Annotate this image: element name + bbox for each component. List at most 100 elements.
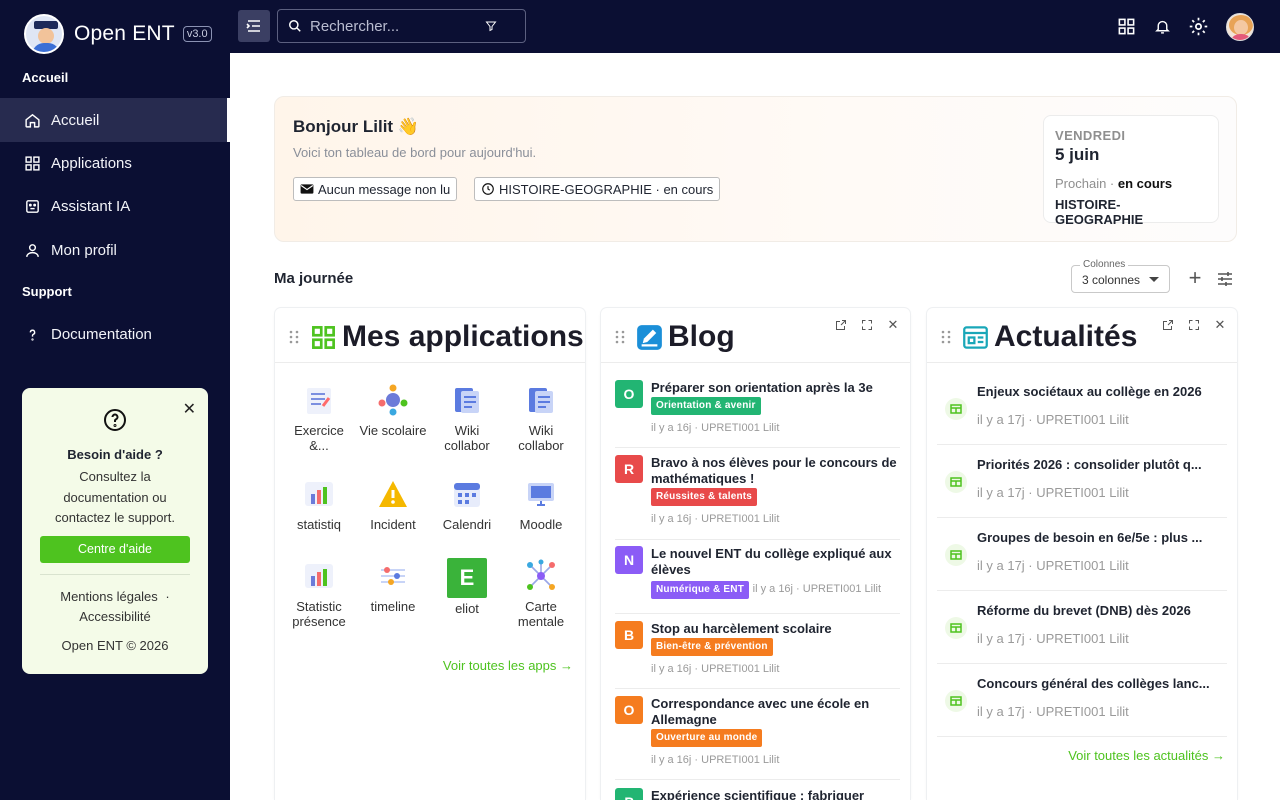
current-course-chip[interactable]: HISTOIRE-GEOGRAPHIE · en cours [474, 177, 721, 201]
avatar[interactable] [1226, 12, 1254, 41]
app-label: Calendri [442, 517, 492, 532]
news-item[interactable]: Enjeux sociétaux au collège en 2026 il y… [937, 372, 1227, 445]
sliders-icon [1218, 272, 1232, 286]
drag-handle-icon[interactable] [289, 330, 299, 344]
sidebar-item-assistant-ia[interactable]: Assistant IA [0, 184, 230, 228]
home-icon [25, 113, 40, 128]
notifications-button[interactable] [1144, 9, 1180, 45]
question-circle-icon [104, 409, 126, 431]
sidebar: Open ENT v3.0 Accueil Accueil Applicatio… [0, 0, 230, 800]
blog-post[interactable]: B Stop au harcèlement scolaire Bien-être… [615, 621, 900, 689]
customize-button[interactable] [1211, 265, 1239, 293]
close-icon[interactable]: ✕ [1211, 316, 1229, 334]
see-all-news-link[interactable]: Voir toutes les actualités → [1068, 748, 1225, 763]
news-table-icon [945, 544, 967, 566]
post-title: Expérience scientifique : fabriquer [651, 788, 865, 800]
search-box[interactable] [277, 9, 526, 43]
newspaper-icon [963, 326, 988, 349]
sidebar-item-documentation[interactable]: Documentation [0, 312, 230, 356]
blog-post[interactable]: O Correspondance avec une école en Allem… [615, 696, 900, 780]
news-item[interactable]: Réforme du brevet (DNB) dès 2026 il y a … [937, 591, 1227, 664]
post-tag[interactable]: Orientation & avenir [651, 397, 761, 415]
school-life-icon [375, 382, 411, 418]
open-external-icon[interactable] [832, 316, 850, 334]
post-body: Préparer son orientation après la 3e Ori… [651, 380, 900, 436]
sidebar-item-applications[interactable]: Applications [0, 141, 230, 185]
expand-icon[interactable] [1185, 316, 1203, 334]
app-tile[interactable]: Incident [357, 476, 429, 533]
post-meta: il y a 16j · UPRETI001 Lilit [752, 583, 882, 595]
day-card: VENDREDI 5 juin Prochain · en cours HIST… [1043, 115, 1219, 227]
app-tile[interactable]: Wiki collabor [505, 382, 577, 453]
post-tag[interactable]: Numérique & ENT [651, 581, 750, 599]
legal-link[interactable]: Mentions légales [60, 589, 158, 604]
app-label: Carte mentale [517, 599, 565, 629]
columns-select[interactable]: Colonnes 3 colonnes [1071, 259, 1170, 293]
timeline-icon [375, 558, 411, 594]
search-input[interactable] [310, 17, 485, 35]
news-table-icon [945, 398, 967, 420]
app-tile[interactable]: Carte mentale [505, 558, 577, 629]
add-widget-button[interactable]: + [1181, 265, 1209, 293]
help-center-button[interactable]: Centre d'aide [40, 536, 190, 563]
news-table-icon [945, 471, 967, 493]
news-title: Réforme du brevet (DNB) dès 2026 [977, 603, 1191, 618]
app-label: Statistic présence [292, 599, 346, 629]
drag-handle-icon[interactable] [941, 330, 951, 344]
news-meta: il y a 17j · UPRETI001 Lilit [977, 485, 1129, 500]
news-item[interactable]: Groupes de besoin en 6e/5e : plus ... il… [937, 518, 1227, 591]
expand-icon[interactable] [858, 316, 876, 334]
accessibility-link[interactable]: Accessibilité [79, 609, 151, 624]
app-tile[interactable]: Statistic présence [283, 558, 355, 629]
mindmap-icon [523, 558, 559, 594]
app-tile[interactable]: Calendri [431, 476, 503, 533]
settings-button[interactable] [1180, 9, 1216, 45]
grid-icon [312, 326, 335, 349]
post-tag[interactable]: Ouverture au monde [651, 729, 763, 747]
open-external-icon[interactable] [1159, 316, 1177, 334]
help-icon [29, 329, 36, 341]
blog-post[interactable]: R Bravo à nos élèves pour le concours de… [615, 455, 900, 540]
clock-icon [482, 183, 494, 195]
brand[interactable]: Open ENT v3.0 [24, 14, 212, 54]
sidebar-item-mon-profil[interactable]: Mon profil [0, 228, 230, 272]
app-tile[interactable]: statistiq [283, 476, 355, 533]
sidebar-item-label: Documentation [51, 325, 152, 343]
blog-post[interactable]: O Préparer son orientation après la 3e O… [615, 380, 900, 448]
close-icon[interactable]: ✕ [884, 316, 902, 334]
post-title: Préparer son orientation après la 3e [651, 380, 873, 395]
drag-handle-icon[interactable] [615, 330, 625, 344]
news-title: Priorités 2026 : consolider plutôt q... [977, 457, 1202, 472]
blog-post[interactable]: P Expérience scientifique : fabriquer [615, 788, 900, 800]
legal-links: Mentions légales · Accessibilité [22, 587, 208, 626]
app-tile[interactable]: Wiki collabor [431, 382, 503, 453]
calendar-icon [449, 476, 485, 512]
messages-chip[interactable]: Aucun message non lu [293, 177, 458, 201]
apps-grid-button[interactable] [1108, 9, 1144, 45]
post-body: Expérience scientifique : fabriquer [651, 788, 900, 800]
post-tag[interactable]: Bien-être & prévention [651, 638, 773, 656]
separator: · [165, 589, 170, 604]
menu-toggle-button[interactable] [238, 10, 270, 42]
app-tile[interactable]: timeline [357, 558, 429, 615]
app-tile[interactable]: Moodle [505, 476, 577, 533]
post-avatar: B [615, 621, 643, 649]
news-item[interactable]: Priorités 2026 : consolider plutôt q... … [937, 445, 1227, 518]
blog-post[interactable]: N Le nouvel ENT du collège expliqué aux … [615, 546, 900, 614]
next-course: HISTOIRE-GEOGRAPHIE [1055, 197, 1144, 227]
app-tile[interactable]: Exercice &... [283, 382, 355, 453]
topbar [230, 0, 1280, 53]
app-tile[interactable]: Vie scolaire [357, 382, 429, 439]
news-table-icon [945, 690, 967, 712]
sidebar-item-accueil[interactable]: Accueil [0, 98, 230, 142]
app-label: eliot [455, 601, 479, 616]
filter-icon[interactable] [485, 20, 497, 32]
see-all-apps-link[interactable]: Voir toutes les apps → [443, 658, 573, 673]
bell-icon [1154, 20, 1170, 34]
close-icon[interactable]: ✕ [183, 399, 196, 419]
edit-icon [637, 325, 662, 350]
post-tag[interactable]: Réussites & talents [651, 488, 758, 506]
news-item[interactable]: Concours général des collèges lanc... il… [937, 664, 1227, 737]
app-tile[interactable]: Eeliot [431, 558, 503, 617]
app-label: Exercice &... [294, 423, 344, 453]
